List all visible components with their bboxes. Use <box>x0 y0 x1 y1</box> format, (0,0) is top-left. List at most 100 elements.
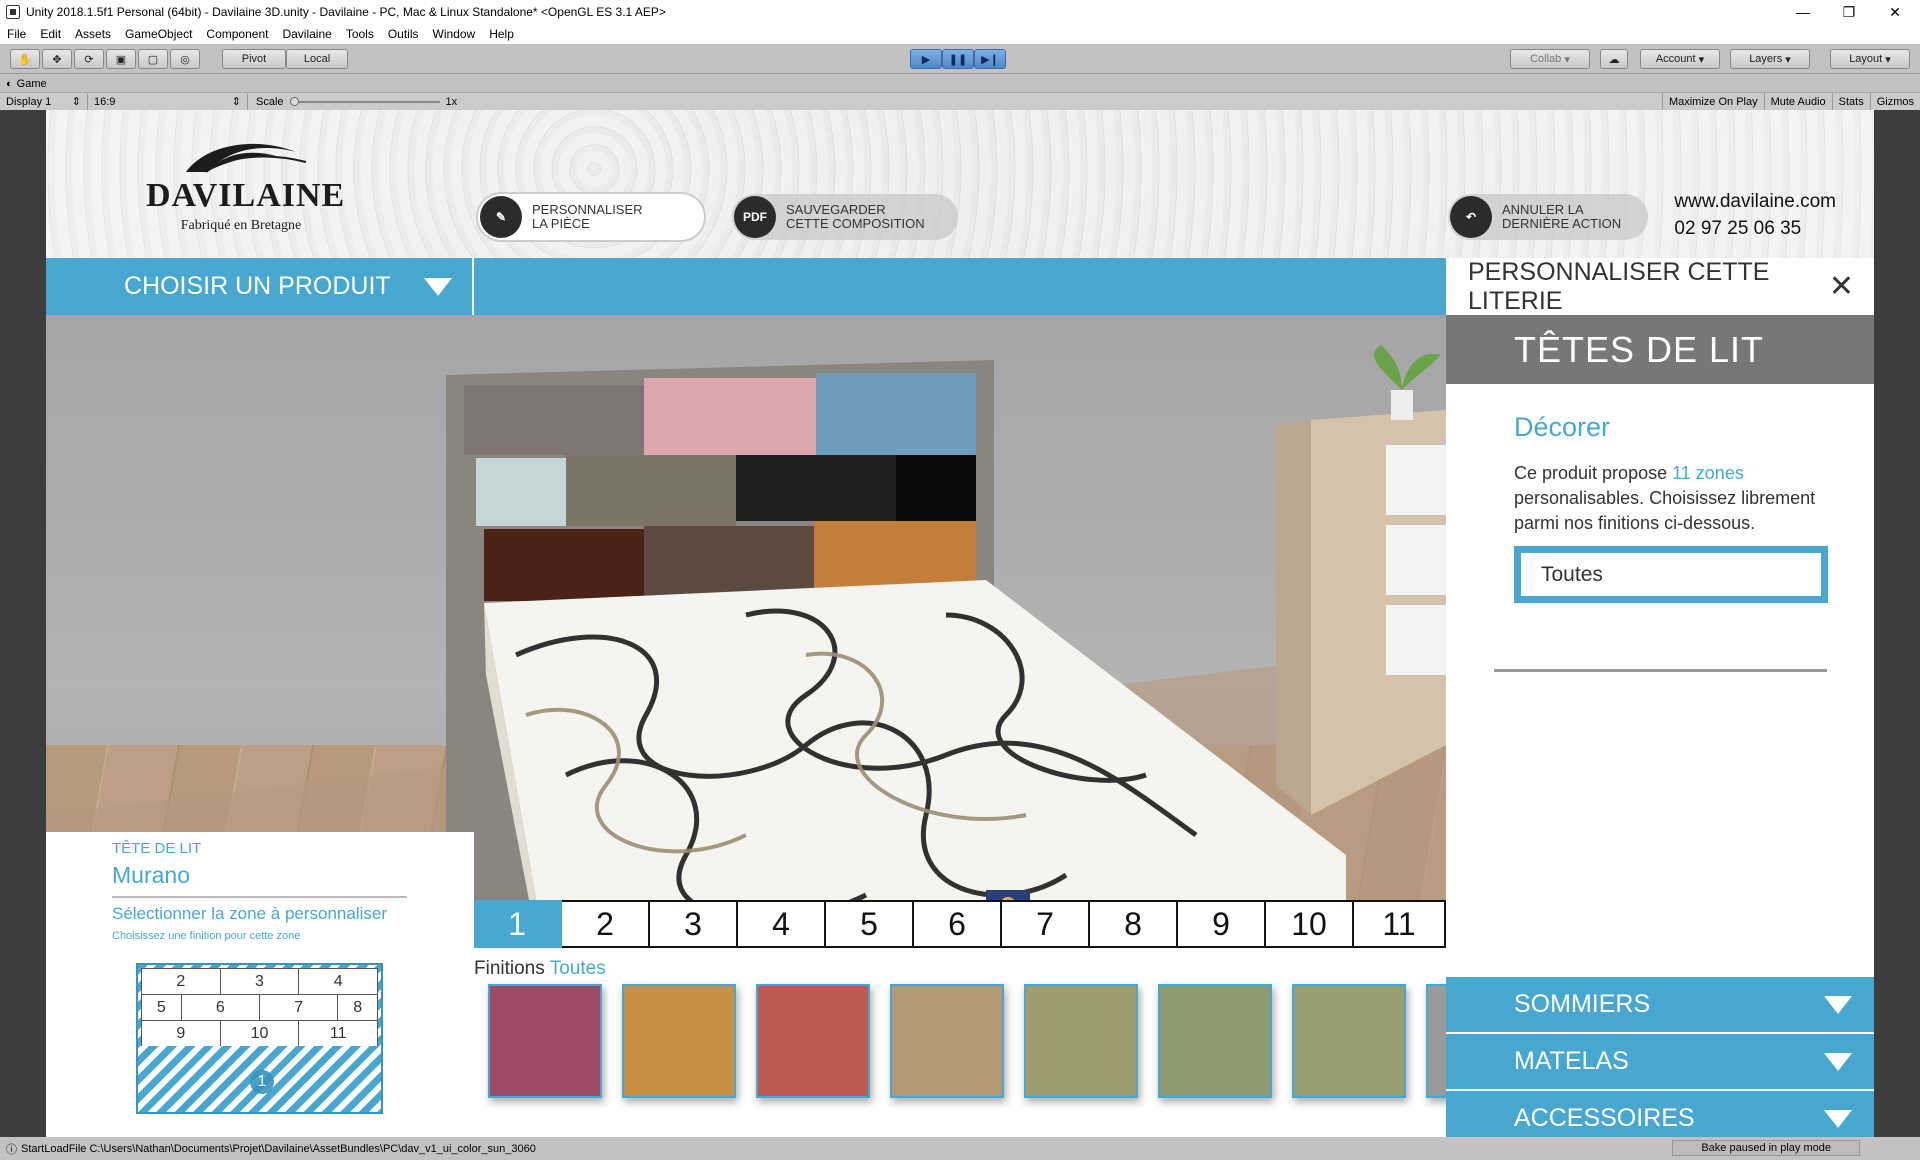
zone-map-cell[interactable]: 9 <box>142 1021 221 1046</box>
account-label: Account <box>1655 53 1696 65</box>
zone-map-cell[interactable]: 3 <box>221 969 300 994</box>
layers-button[interactable]: Layers ▾ <box>1730 49 1810 69</box>
aspect-select[interactable]: 16:9 ⇕ <box>88 93 248 110</box>
accordion-accessoires[interactable]: ACCESSOIRES <box>1446 1091 1874 1137</box>
zone-button-8[interactable]: 8 <box>1090 900 1178 948</box>
zone-button-5[interactable]: 5 <box>826 900 914 948</box>
scale-slider[interactable] <box>289 94 440 110</box>
zone-button-4[interactable]: 4 <box>738 900 826 948</box>
maximize-on-play-toggle[interactable]: Maximize On Play <box>1661 93 1764 111</box>
product-card: TÊTE DE LIT Murano Sélectionner la zone … <box>46 832 474 1137</box>
scale-tool-icon[interactable]: ▣ <box>106 49 136 69</box>
menu-window[interactable]: Window <box>426 27 483 41</box>
choose-product-dropdown[interactable]: CHOISIR UN PRODUIT <box>46 258 474 315</box>
finish-swatch[interactable] <box>756 984 870 1098</box>
collab-label: Collab <box>1530 53 1562 65</box>
restore-icon[interactable]: ❐ <box>1826 0 1872 24</box>
step-button[interactable]: ▶❙ <box>974 49 1006 69</box>
game-tab[interactable]: ◐ Game <box>6 77 47 91</box>
aspect-value: 16:9 <box>94 95 116 108</box>
pause-button[interactable]: ❚❚ <box>942 49 974 69</box>
slider-knob[interactable] <box>289 96 299 106</box>
pivot-button[interactable]: Pivot <box>222 49 286 69</box>
mute-audio-toggle[interactable]: Mute Audio <box>1763 93 1832 111</box>
zone-map-cell[interactable]: 8 <box>338 995 377 1020</box>
zone-map-cell[interactable]: 4 <box>299 969 377 994</box>
divider <box>112 896 407 898</box>
gizmos-toggle[interactable]: Gizmos <box>1869 93 1920 111</box>
menu-tools[interactable]: Tools <box>339 27 381 41</box>
game-view-header: ◐ Game Display 1 ⇕ 16:9 ⇕ Scale 1x Maximize… <box>0 74 1920 111</box>
finish-swatch[interactable] <box>1292 984 1406 1098</box>
rect-tool-icon[interactable]: ▢ <box>138 49 168 69</box>
display-select[interactable]: Display 1 ⇕ <box>0 93 88 110</box>
hand-tool-icon[interactable]: ✋ <box>10 49 40 69</box>
layout-button[interactable]: Layout ▾ <box>1830 49 1910 69</box>
zone-button-3[interactable]: 3 <box>650 900 738 948</box>
menu-component[interactable]: Component <box>199 27 275 41</box>
menu-outils[interactable]: Outils <box>381 27 426 41</box>
finish-swatch[interactable] <box>890 984 1004 1098</box>
menu-file[interactable]: File <box>0 27 33 41</box>
finish-swatch[interactable] <box>488 984 602 1098</box>
website-text[interactable]: www.davilaine.com <box>1674 188 1836 215</box>
annuler-line2: DERNIÈRE ACTION <box>1502 216 1622 231</box>
zone-button-6[interactable]: 6 <box>914 900 1002 948</box>
zone-map-active-marker[interactable]: 1 <box>250 1070 274 1094</box>
zone-map-cell[interactable]: 5 <box>142 995 182 1020</box>
collab-button[interactable]: Collab ▾ <box>1510 49 1590 69</box>
accordion-sommiers[interactable]: SOMMIERS <box>1446 977 1874 1032</box>
rotate-tool-icon[interactable]: ⟳ <box>74 49 104 69</box>
chevron-down-icon <box>1824 1052 1852 1071</box>
choose-product-label: CHOISIR UN PRODUIT <box>124 272 391 300</box>
window-titlebar: Unity 2018.1.5f1 Personal (64bit) - Davi… <box>0 0 1920 24</box>
finitions-filter-link[interactable]: Toutes <box>550 958 606 979</box>
play-button[interactable]: ▶ <box>910 49 942 69</box>
status-bar: ⓘ StartLoadFile C:\Users\Nathan\Document… <box>0 1137 1920 1160</box>
move-tool-icon[interactable]: ✥ <box>42 49 72 69</box>
finish-filter-select[interactable]: Toutes <box>1514 546 1828 603</box>
accordion-matelas[interactable]: MATELAS <box>1446 1034 1874 1089</box>
zone-button-2[interactable]: 2 <box>562 900 650 948</box>
personnaliser-piece-button[interactable]: ✎ PERSONNALISER LA PIÈCE <box>478 194 704 240</box>
menu-edit[interactable]: Edit <box>33 27 68 41</box>
sauvegarder-composition-button[interactable]: PDF SAUVEGARDER CETTE COMPOSITION <box>732 194 958 240</box>
transform-tool-icon[interactable]: ◎ <box>170 49 200 69</box>
zone-map-cell[interactable]: 2 <box>142 969 221 994</box>
status-message[interactable]: StartLoadFile C:\Users\Nathan\Documents\… <box>21 1143 536 1155</box>
local-button[interactable]: Local <box>286 49 348 69</box>
zone-button-9[interactable]: 9 <box>1178 900 1266 948</box>
finish-swatch[interactable] <box>1426 984 1446 1098</box>
zone-map-cell[interactable]: 10 <box>221 1021 300 1046</box>
davilaine-logo: DAVILAINE Fabriqué en Bretagne <box>146 134 344 234</box>
panel-title: PERSONNALISER CETTE LITERIE <box>1468 257 1770 315</box>
finish-swatch[interactable] <box>1158 984 1272 1098</box>
annuler-line1: ANNULER LA <box>1502 202 1584 217</box>
finish-swatch[interactable] <box>1024 984 1138 1098</box>
close-window-icon[interactable]: ✕ <box>1872 0 1918 24</box>
pivot-label: Pivot <box>241 53 267 65</box>
menu-help[interactable]: Help <box>482 27 521 41</box>
sauvegarder-line2: CETTE COMPOSITION <box>786 216 925 231</box>
menu-assets[interactable]: Assets <box>68 27 118 41</box>
panel-header: PERSONNALISER CETTE LITERIE ✕ <box>1446 258 1874 315</box>
close-icon[interactable]: ✕ <box>1829 269 1854 304</box>
cloud-icon[interactable]: ☁ <box>1600 49 1628 69</box>
zone-button-11[interactable]: 11 <box>1354 900 1446 948</box>
finish-swatch[interactable] <box>622 984 736 1098</box>
zone-map-cell[interactable]: 6 <box>182 995 260 1020</box>
zone-button-1[interactable]: 1 <box>474 900 562 948</box>
menu-davilaine[interactable]: Davilaine <box>275 27 338 41</box>
menu-gameobject[interactable]: GameObject <box>118 27 199 41</box>
zone-button-7[interactable]: 7 <box>1002 900 1090 948</box>
annuler-action-button[interactable]: ↶ ANNULER LA DERNIÈRE ACTION <box>1448 194 1648 240</box>
zone-button-10[interactable]: 10 <box>1266 900 1354 948</box>
dropdown-arrows-icon: ⇕ <box>71 96 81 108</box>
account-button[interactable]: Account ▾ <box>1640 49 1720 69</box>
local-label: Local <box>303 53 331 65</box>
zone-map-cell[interactable]: 11 <box>299 1021 377 1046</box>
minimize-icon[interactable]: — <box>1780 0 1826 24</box>
stats-toggle[interactable]: Stats <box>1831 93 1870 111</box>
panel-divider <box>1494 669 1827 672</box>
zone-map-cell[interactable]: 7 <box>260 995 339 1020</box>
